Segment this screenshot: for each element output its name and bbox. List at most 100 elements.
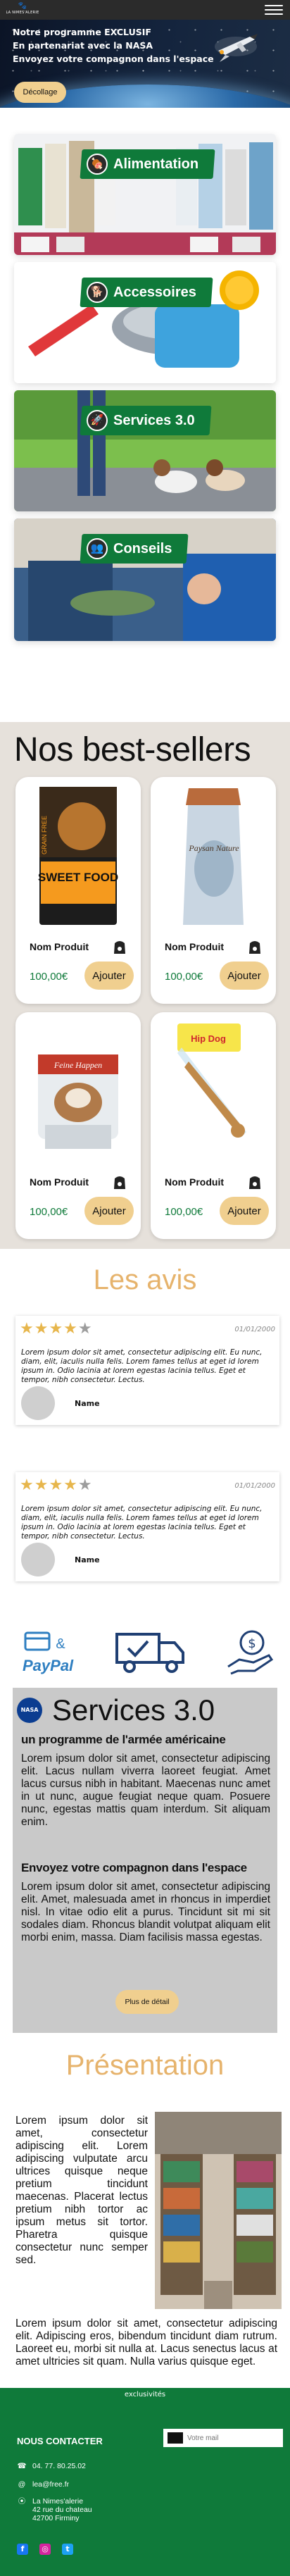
category-card-services[interactable]: 🚀 Services 3.0 xyxy=(14,390,276,511)
services-paragraph: Lorem ipsum dolor sit amet, consectetur … xyxy=(21,1753,270,1828)
product-card[interactable]: SWEET FOOD GRAIN FREE Nom Produit 100,00… xyxy=(15,777,141,1004)
presentation-paragraph: Lorem ipsum dolor sit amet, consectetur … xyxy=(15,2317,277,2367)
hero-text: Notre programme EXCLUSIF En partenariat … xyxy=(13,25,214,66)
top-header: 🐾 LA NIMES'ALERIE xyxy=(0,0,290,20)
category-label: 🍖 Alimentation xyxy=(80,149,215,179)
food-bag-icon xyxy=(114,941,125,954)
paw-icon: 🐾 xyxy=(18,2,27,10)
category-label: 🚀 Services 3.0 xyxy=(80,406,212,435)
nasa-logo: NASA xyxy=(17,1698,42,1723)
product-image-hip-dog: Hip Dog xyxy=(177,1023,246,1138)
category-card-conseils[interactable]: 👥 Conseils xyxy=(14,518,276,641)
review-card: ★★★★★ 01/01/2000 Lorem ipsum dolor sit a… xyxy=(15,1472,279,1581)
food-bowl-icon: 🍖 xyxy=(87,154,108,175)
product-name: Nom Produit xyxy=(165,941,224,952)
review-card: ★★★★★ 01/01/2000 Lorem ipsum dolor sit a… xyxy=(15,1316,279,1425)
rocket-icon: 🚀 xyxy=(87,410,108,431)
review-text: Lorem ipsum dolor sit amet, consectetur … xyxy=(21,1348,263,1384)
services-title: Services 3.0 xyxy=(52,1693,215,1726)
services-subtitle: Envoyez votre compagnon dans l'espace xyxy=(21,1861,247,1874)
store-interior-image xyxy=(155,2112,282,2309)
money-hand-icon: $ xyxy=(225,1627,275,1676)
reviewer-name: Name xyxy=(75,1555,100,1564)
address-line: 42 rue du chateau xyxy=(32,2506,92,2514)
envelope-icon xyxy=(168,2432,183,2444)
accessories-icon: 🐕 xyxy=(87,282,108,303)
star-rating: ★★★★★ xyxy=(20,1476,93,1494)
more-details-button[interactable]: Plus de détail xyxy=(115,1990,179,2014)
services-subtitle: un programme de l'armée américaine xyxy=(21,1733,226,1746)
product-name: Nom Produit xyxy=(30,1176,89,1188)
site-logo[interactable]: 🐾 LA NIMES'ALERIE xyxy=(6,3,39,17)
logo-text: LA NIMES'ALERIE xyxy=(6,11,39,15)
decollage-button[interactable]: Décollage xyxy=(14,82,66,103)
hamburger-icon[interactable] xyxy=(265,5,283,15)
product-price: 100,00€ xyxy=(165,1206,203,1218)
review-text: Lorem ipsum dolor sit amet, consectetur … xyxy=(21,1505,263,1541)
packaging-text: Paysan Nature xyxy=(188,843,239,853)
reviewer-name: Name xyxy=(75,1399,100,1408)
hero-line: Envoyez votre compagnon dans l'espace xyxy=(13,54,214,64)
paypal-logo: PayPal xyxy=(23,1657,74,1674)
contact-email[interactable]: @ lea@free.fr xyxy=(17,2480,69,2489)
packaging-text: Hip Dog xyxy=(191,1033,226,1044)
add-to-cart-button[interactable]: Ajouter xyxy=(220,1197,269,1225)
avatar xyxy=(21,1543,55,1576)
food-bag-icon xyxy=(249,1176,260,1189)
add-to-cart-button[interactable]: Ajouter xyxy=(220,962,269,990)
instagram-icon[interactable]: ◎ xyxy=(39,2544,51,2555)
packaging-text: SWEET FOOD xyxy=(38,871,118,884)
best-sellers-title: Nos best-sellers xyxy=(14,731,251,769)
hero-line: En partenariat avec la NASA xyxy=(13,40,153,51)
product-price: 100,00€ xyxy=(165,971,203,983)
product-image-sweet-food: SWEET FOOD GRAIN FREE xyxy=(38,787,118,925)
twitter-icon[interactable]: t xyxy=(62,2544,73,2555)
contact-address: ⦿ La Nimes'alerie 42 rue du chateau 4270… xyxy=(17,2497,92,2522)
address-line: La Nimes'alerie xyxy=(32,2497,84,2506)
product-price: 100,00€ xyxy=(30,1206,68,1218)
paypal-payment: & PayPal xyxy=(21,1627,77,1676)
space-shuttle-icon xyxy=(215,34,258,62)
location-pin-icon: ⦿ xyxy=(18,2497,26,2506)
people-icon: 👥 xyxy=(87,538,108,559)
product-name: Nom Produit xyxy=(165,1176,224,1188)
product-card[interactable]: Hip Dog Nom Produit 100,00€ Ajouter xyxy=(151,1012,276,1239)
newsletter-email-input[interactable] xyxy=(187,2431,279,2445)
product-price: 100,00€ xyxy=(30,971,68,983)
hero-line: Notre programme EXCLUSIF xyxy=(13,27,151,37)
contact-phone[interactable]: ☎ 04. 77. 80.25.02 xyxy=(17,2462,85,2470)
reviews-title: Les avis xyxy=(93,1264,197,1295)
phone-icon: ☎ xyxy=(17,2462,27,2470)
category-card-accessoires[interactable]: 🐕 Accessoires xyxy=(14,262,276,383)
contact-title: NOUS CONTACTER xyxy=(17,2436,103,2446)
review-date: 01/01/2000 xyxy=(234,1482,275,1490)
svg-text:$: $ xyxy=(248,1636,256,1651)
facebook-icon[interactable]: f xyxy=(17,2544,28,2555)
at-icon: @ xyxy=(18,2480,26,2489)
presentation-paragraph: Lorem ipsum dolor sit amet, consectetur … xyxy=(15,2115,148,2266)
footer-exclusivites: exclusivités xyxy=(124,2391,166,2398)
product-card[interactable]: Paysan Nature Nom Produit 100,00€ Ajoute… xyxy=(151,777,276,1004)
add-to-cart-button[interactable]: Ajouter xyxy=(84,962,134,990)
hero-banner: Notre programme EXCLUSIF En partenariat … xyxy=(0,20,290,108)
add-to-cart-button[interactable]: Ajouter xyxy=(84,1197,134,1225)
food-bag-icon xyxy=(114,1176,125,1189)
packaging-text: Feine Happen xyxy=(53,1060,102,1070)
star-rating: ★★★★★ xyxy=(20,1320,93,1338)
product-name: Nom Produit xyxy=(30,941,89,952)
category-label: 👥 Conseils xyxy=(80,534,189,564)
card-icon: & PayPal xyxy=(23,1631,74,1674)
category-card-alimentation[interactable]: 🍖 Alimentation xyxy=(14,134,276,255)
services-paragraph: Lorem ipsum dolor sit amet, consectetur … xyxy=(21,1881,270,1943)
delivery-truck-icon xyxy=(113,1627,190,1676)
footer: exclusivités NOUS CONTACTER ☎04. 77. 80.… xyxy=(0,2388,290,2576)
food-bag-icon xyxy=(249,941,260,954)
newsletter-email-field[interactable] xyxy=(163,2429,283,2447)
product-card[interactable]: Feine Happen Nom Produit 100,00€ Ajouter xyxy=(15,1012,141,1239)
product-image-feine-happen: Feine Happen xyxy=(38,1054,118,1149)
address-line: 42700 Firminy xyxy=(32,2514,80,2522)
review-date: 01/01/2000 xyxy=(234,1326,275,1333)
product-image-paysan: Paysan Nature xyxy=(183,788,244,925)
packaging-side-text: GRAIN FREE xyxy=(41,816,48,854)
services-section: NASA Services 3.0 un programme de l'armé… xyxy=(13,1688,277,2033)
